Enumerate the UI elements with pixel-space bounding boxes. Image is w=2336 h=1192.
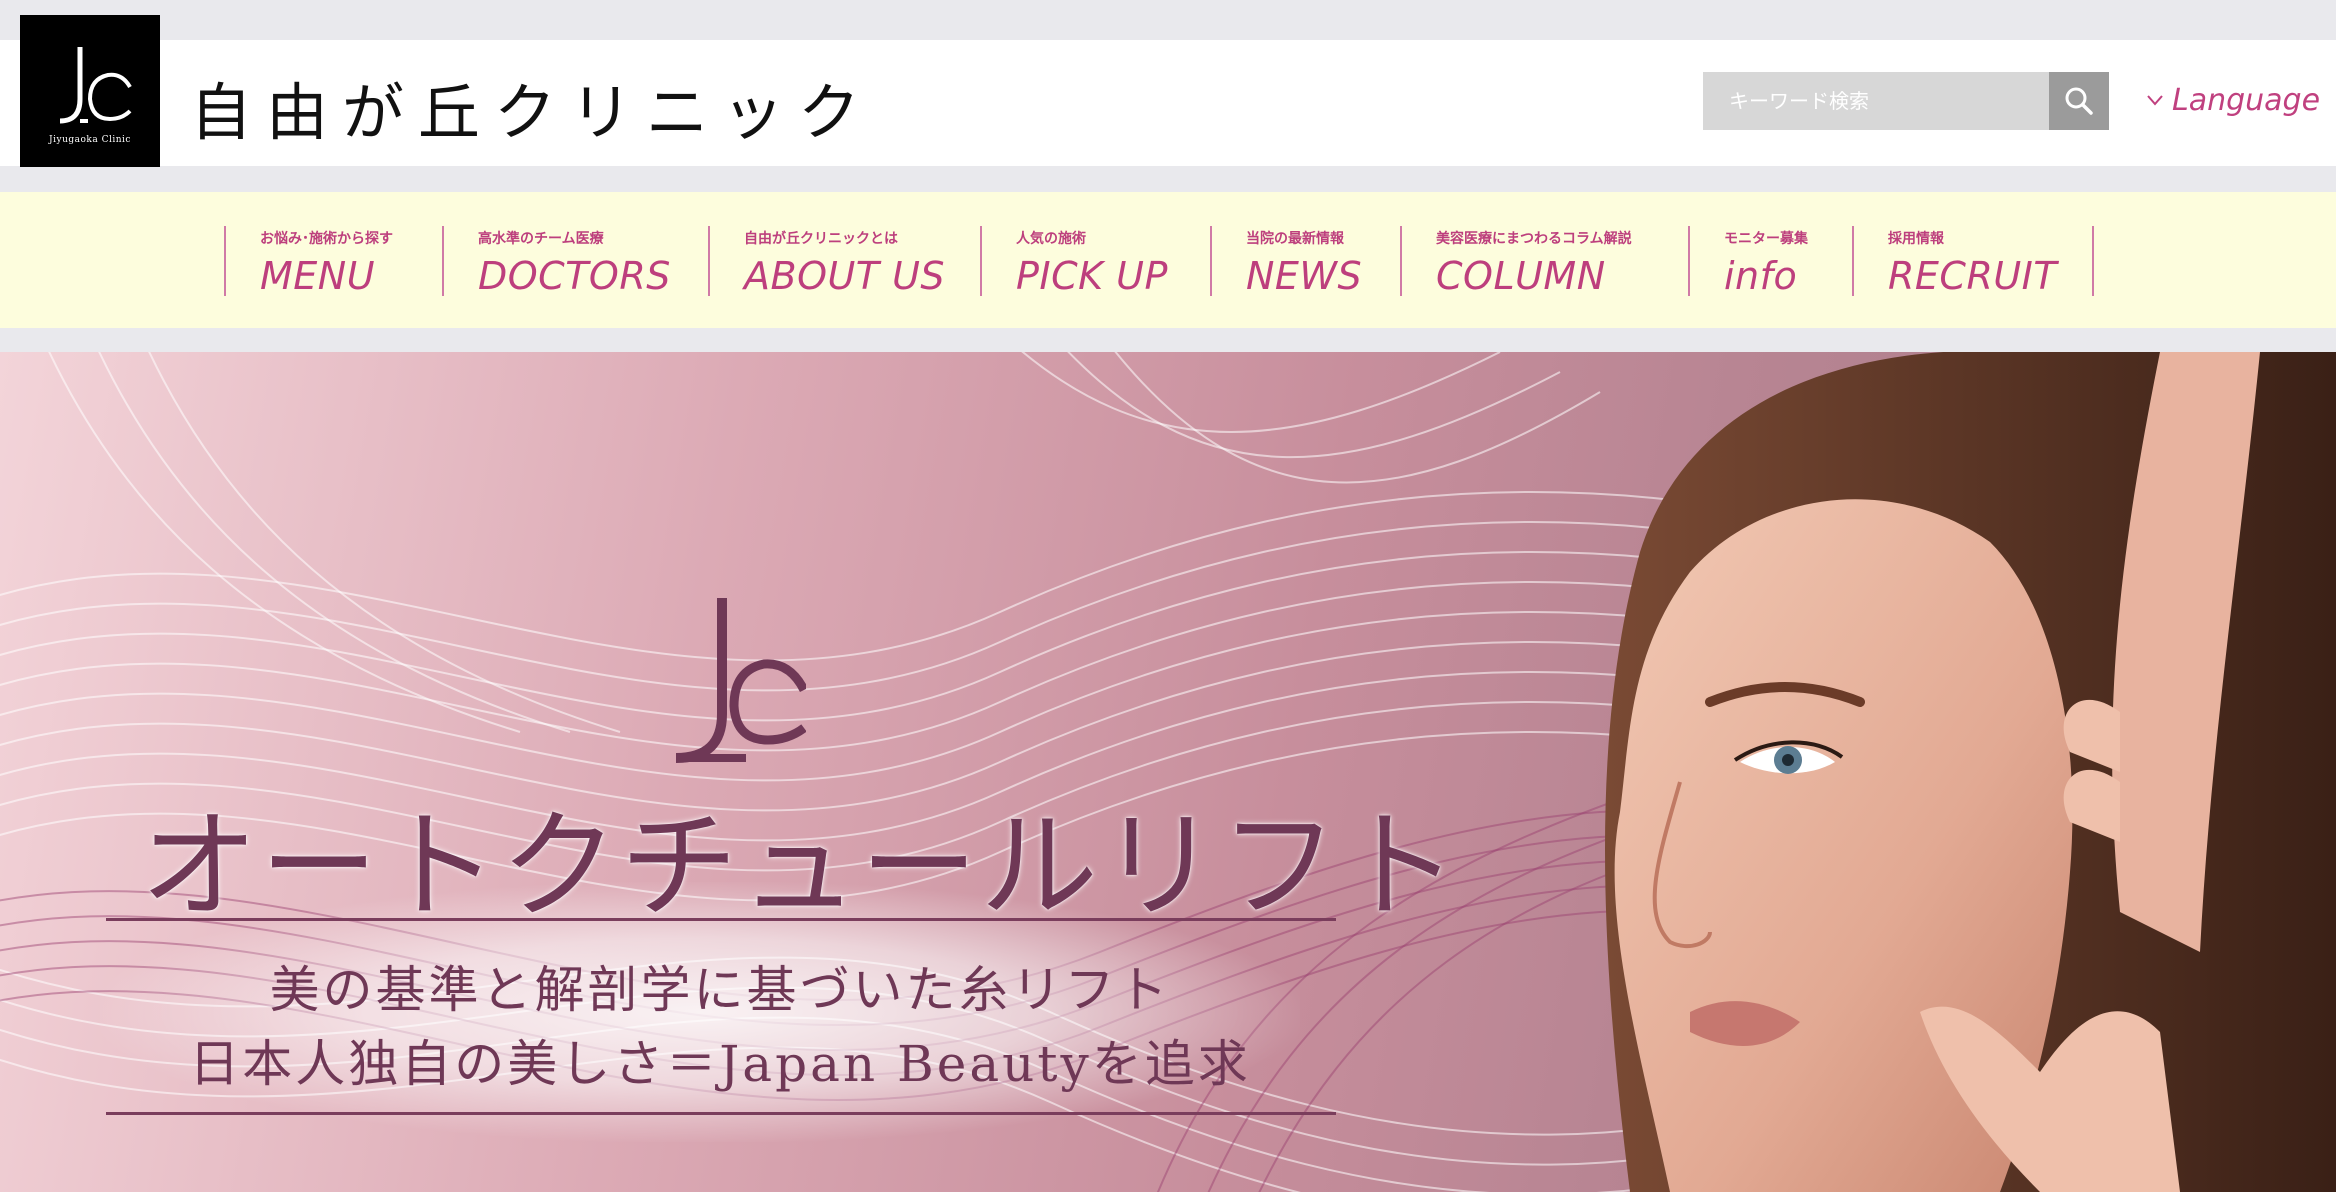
- nav-item-label: info: [1724, 254, 1798, 298]
- nav-item-sub: 人気の施術: [1016, 231, 1086, 247]
- model-portrait: [1605, 352, 2336, 1192]
- clinic-logo[interactable]: Jiyugaoka Clinic: [20, 15, 160, 167]
- language-selector[interactable]: Language: [2146, 80, 2320, 120]
- hero-divider-bottom: [106, 1112, 1336, 1115]
- hero-tagline-1: 美の基準と解剖学に基づいた糸リフト: [269, 961, 1171, 1019]
- nav-item-sub: 当院の最新情報: [1246, 231, 1344, 247]
- language-label: Language: [2172, 82, 2321, 118]
- nav-item-pick-up[interactable]: 人気の施術 PICK UP: [980, 226, 1210, 298]
- global-nav: お悩み･施術から探す MENU 高水準のチーム医療 DOCTORS 自由が丘クリ…: [0, 192, 2336, 328]
- nav-item-sub: お悩み･施術から探す: [260, 231, 393, 247]
- logo-subtitle: Jiyugaoka Clinic: [49, 135, 131, 145]
- hero-divider-top: [106, 918, 1336, 921]
- search-icon: [2065, 87, 2093, 115]
- nav-item-doctors[interactable]: 高水準のチーム医療 DOCTORS: [442, 226, 708, 298]
- hero-tagline-2: 日本人独自の美しさ＝Japan Beautyを追求: [189, 1035, 1251, 1093]
- brand-title[interactable]: 自由が丘クリニック: [190, 62, 874, 152]
- hero-banner[interactable]: オートクチュールリフト 美の基準と解剖学に基づいた糸リフト 日本人独自の美しさ＝…: [0, 352, 2336, 1192]
- nav-item-news[interactable]: 当院の最新情報 NEWS: [1210, 226, 1400, 298]
- nav-item-sub: 自由が丘クリニックとは: [744, 231, 898, 247]
- nav-item-label: MENU: [260, 254, 376, 298]
- jc-logo-icon: [59, 47, 132, 124]
- search-button[interactable]: [2049, 72, 2109, 130]
- nav-item-column[interactable]: 美容医療にまつわるコラム解説 COLUMN: [1400, 226, 1688, 298]
- nav-item-sub: 採用情報: [1888, 231, 1944, 247]
- search-bar: [1703, 72, 2109, 130]
- nav-item-info[interactable]: モニター募集 info: [1688, 226, 1852, 298]
- nav-item-sub: 美容医療にまつわるコラム解説: [1436, 231, 1632, 247]
- nav-item-label: ABOUT US: [744, 254, 946, 298]
- chevron-down-icon: [2147, 95, 2163, 106]
- jc-monogram-icon: [675, 598, 806, 763]
- nav-item-label: DOCTORS: [478, 254, 671, 298]
- nav-item-sub: 高水準のチーム医療: [478, 231, 604, 247]
- search-input[interactable]: [1703, 72, 2049, 130]
- nav-item-menu[interactable]: お悩み･施術から探す MENU: [224, 226, 442, 298]
- nav-item-label: COLUMN: [1436, 254, 1606, 298]
- nav-item-label: PICK UP: [1016, 254, 1168, 298]
- nav-item-sub: モニター募集: [1724, 231, 1808, 247]
- nav-item-about-us[interactable]: 自由が丘クリニックとは ABOUT US: [708, 226, 980, 298]
- nav-item-recruit[interactable]: 採用情報 RECRUIT: [1852, 226, 2094, 298]
- hero-title: オートクチュールリフト: [140, 797, 1461, 935]
- nav-item-label: NEWS: [1246, 254, 1363, 298]
- nav-item-label: RECRUIT: [1888, 254, 2058, 298]
